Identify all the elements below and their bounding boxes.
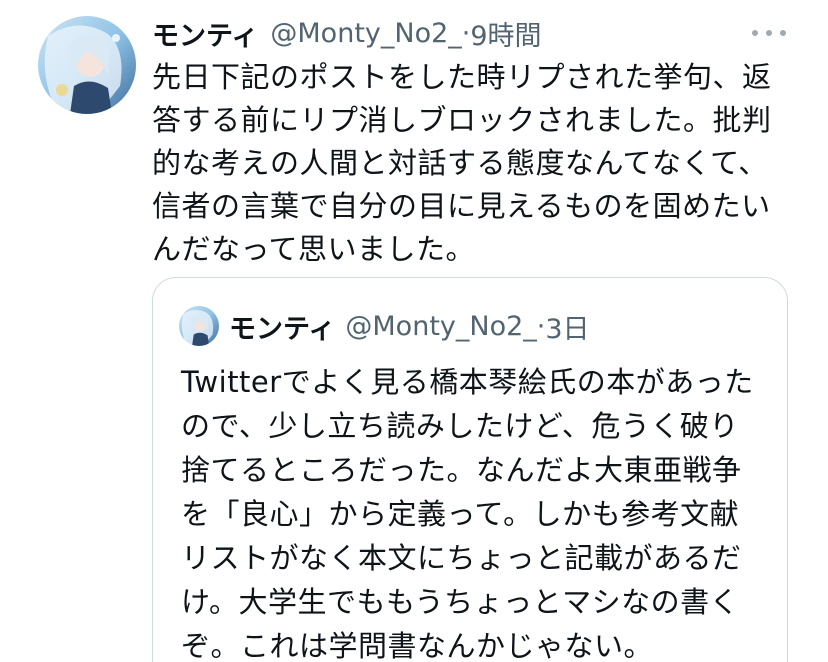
quoted-user-handle: @Monty_No2_: [345, 310, 537, 342]
tweet-text: 先日下記のポストをした時リプされた挙句、返答する前にリプ消しブロックされました。…: [152, 60, 772, 266]
quoted-display-name: モンティ: [229, 313, 336, 345]
quoted-avatar-image: [179, 306, 219, 346]
timestamp[interactable]: 9時間: [470, 14, 541, 53]
display-name[interactable]: モンティ: [152, 14, 258, 53]
quoted-tweet-header: モンティ @Monty_No2_ · 3日: [179, 306, 590, 346]
tweet-header: モンティ @Monty_No2_ · 9時間: [152, 10, 542, 56]
quoted-separator-dot: ·: [536, 310, 546, 342]
more-horizontal-icon[interactable]: [752, 26, 786, 40]
separator-dot: ·: [461, 17, 471, 49]
tweet[interactable]: モンティ @Monty_No2_ · 9時間 先日下記のポストをした時リプされた…: [0, 0, 828, 662]
quoted-avatar: [179, 306, 219, 346]
quoted-timestamp: 3日: [545, 313, 590, 345]
quoted-tweet-card[interactable]: モンティ @Monty_No2_ · 3日 Twitterでよく見る橋本琴絵氏の…: [152, 277, 788, 662]
avatar-image: [38, 16, 136, 114]
user-handle[interactable]: @Monty_No2_: [270, 18, 461, 49]
avatar[interactable]: [38, 16, 136, 114]
quoted-tweet-text: Twitterでよく見る橋本琴絵氏の本があったので、少し立ち読みしたけど、危うく…: [181, 365, 754, 662]
